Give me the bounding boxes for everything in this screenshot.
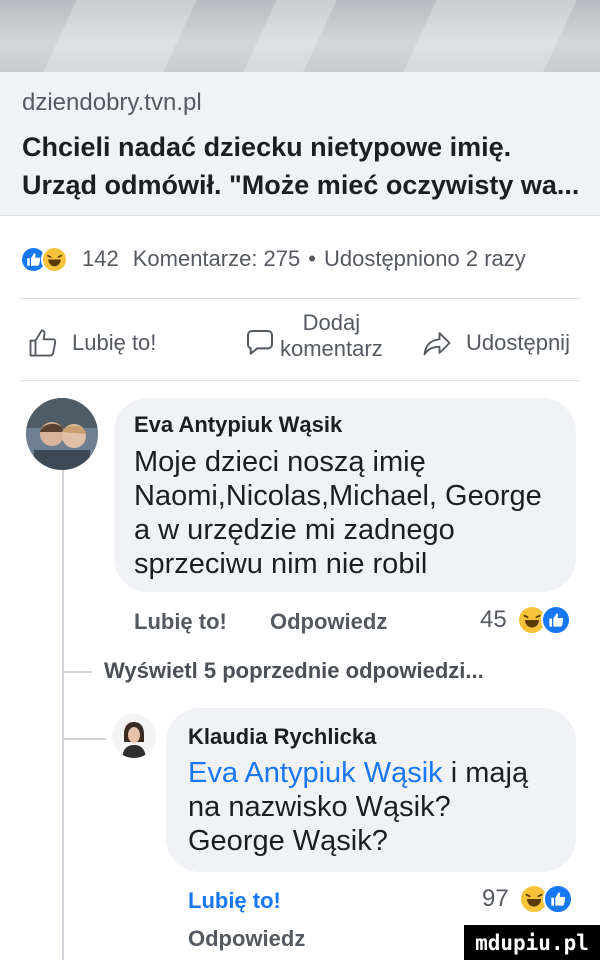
comment-label-line2: komentarz (280, 336, 383, 361)
comment-reply-button[interactable]: Odpowiedz (188, 926, 305, 952)
avatar[interactable] (26, 398, 98, 470)
share-arrow-icon (422, 328, 452, 358)
link-headline[interactable]: Chcieli nadać dziecku nietypowe imię. Ur… (22, 128, 592, 204)
like-button[interactable]: Lubię to! (28, 318, 156, 368)
like-reaction-icon (540, 605, 571, 635)
comment-reply-button[interactable]: Odpowiedz (270, 609, 387, 635)
like-label: Lubię to! (72, 330, 157, 355)
haha-reaction-icon (41, 245, 68, 273)
reaction-count: 45 (480, 606, 507, 633)
reply-branch-line (62, 671, 92, 673)
comment-text-line: sprzeciwu nim nie robil (134, 548, 428, 580)
comment-text-fragment: i mają (442, 757, 529, 789)
share-label: Udostępnij (466, 330, 570, 355)
comment-text-line: na nazwisko Wąsik? (188, 791, 451, 823)
reply-thread-line (62, 468, 64, 960)
share-count[interactable]: Udostępniono 2 razy (324, 246, 526, 272)
watermark: mdupiu.pl (464, 925, 600, 960)
stats-separator: • (308, 246, 316, 271)
comment-button[interactable]: Dodaj komentarz (244, 310, 383, 362)
like-reaction-icon (542, 884, 573, 914)
comment-text-line: a w urzędzie mi zadnego (134, 514, 455, 546)
reaction-count[interactable]: 142 (82, 246, 119, 272)
divider (20, 380, 580, 381)
thumbs-up-icon (28, 328, 58, 358)
comment-text-line: Naomi,Nicolas,Michael, George (134, 480, 542, 512)
link-preview-image[interactable] (0, 0, 600, 72)
comment-like-button[interactable]: Lubię to! (134, 609, 227, 635)
comment-author[interactable]: Eva Antypiuk Wąsik (134, 412, 342, 438)
comment-icon (244, 327, 276, 359)
comment-count[interactable]: Komentarze: 275 (133, 246, 301, 272)
post-stats: 142 Komentarze: 275 • Udostępniono 2 raz… (20, 244, 526, 274)
comment-label-line1: Dodaj (302, 310, 361, 335)
comment-text-line: Moje dzieci noszą imię (134, 446, 426, 478)
comment-reactions[interactable]: 97 (482, 884, 573, 914)
comment-like-button[interactable]: Lubię to! (188, 888, 281, 914)
comment-text-line: Eva Antypiuk Wąsik i mają (188, 756, 528, 790)
mention-link[interactable]: Eva Antypiuk Wąsik (188, 757, 443, 789)
reaction-count: 97 (482, 885, 509, 912)
link-domain: dziendobry.tvn.pl (22, 89, 202, 116)
divider (20, 298, 580, 299)
reply-branch-line (62, 738, 106, 740)
comment-text-line: George Wąsik? (188, 825, 388, 857)
share-button[interactable]: Udostępnij (422, 318, 570, 368)
comment-author[interactable]: Klaudia Rychlicka (188, 724, 376, 750)
comment-reactions[interactable]: 45 (480, 605, 571, 635)
avatar[interactable] (112, 714, 156, 758)
view-previous-replies[interactable]: Wyświetl 5 poprzednie odpowiedzi... (104, 658, 484, 684)
